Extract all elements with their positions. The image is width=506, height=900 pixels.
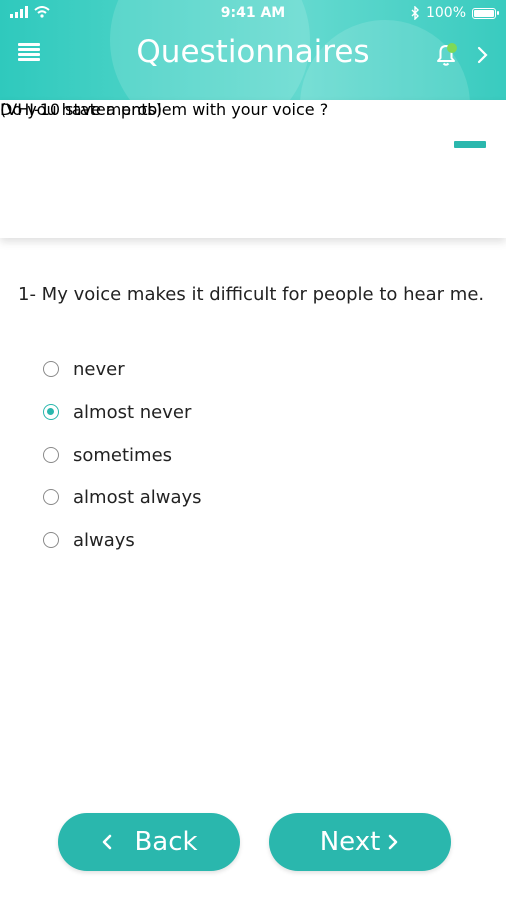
battery-icon <box>472 7 499 19</box>
option-label: always <box>73 529 135 551</box>
option-label: sometimes <box>73 444 173 466</box>
collapse-button[interactable] <box>454 141 486 148</box>
question-item-text: 1- My voice makes it difficult for peopl… <box>18 284 485 305</box>
radio-button[interactable] <box>43 532 59 548</box>
radio-button-selected[interactable] <box>43 404 59 420</box>
back-button-label: Back <box>134 827 198 857</box>
next-button[interactable]: Next <box>269 813 451 871</box>
status-bar: 9:41 AM 100% <box>0 0 506 28</box>
section-question: Do you have a problem with your voice ? <box>0 100 329 119</box>
option-label: never <box>73 358 125 380</box>
option-label: almost never <box>73 401 192 423</box>
option-label: almost always <box>73 486 202 508</box>
radio-button[interactable] <box>43 447 59 463</box>
page-title: Questionnaires <box>136 34 370 70</box>
chevron-right-icon <box>388 834 398 850</box>
bluetooth-icon <box>411 6 419 20</box>
option-always[interactable]: always <box>43 527 135 553</box>
radio-button[interactable] <box>43 489 59 505</box>
chevron-right-icon[interactable] <box>470 42 494 68</box>
radio-button[interactable] <box>43 361 59 377</box>
back-button[interactable]: Back <box>58 813 240 871</box>
option-almost-never[interactable]: almost never <box>43 399 191 425</box>
bell-icon[interactable] <box>432 42 460 68</box>
battery-percent: 100% <box>425 5 466 21</box>
option-sometimes[interactable]: sometimes <box>43 442 172 468</box>
chevron-left-icon <box>103 834 112 850</box>
next-button-label: Next <box>319 827 381 857</box>
question-section-card <box>0 100 506 238</box>
option-almost-always[interactable]: almost always <box>43 484 202 510</box>
notification-dot <box>447 43 457 53</box>
option-never[interactable]: never <box>43 356 125 382</box>
header: 9:41 AM 100% Questionnaires <box>0 0 506 100</box>
